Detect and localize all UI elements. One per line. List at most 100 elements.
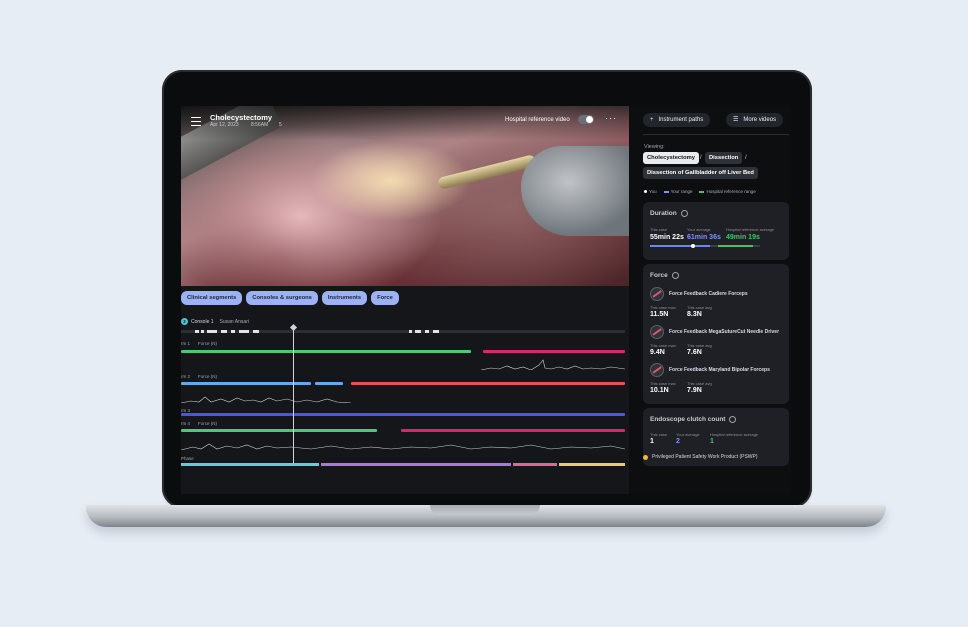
force-title: Force (650, 272, 679, 279)
instrument-shaft-right (521, 146, 629, 236)
info-icon[interactable] (680, 210, 688, 217)
arm-1-bar-green[interactable] (181, 350, 471, 353)
plus-icon: + (650, 117, 654, 123)
pswp-footer: Privileged Patient Safety Work Product (… (643, 454, 758, 460)
arm-3-bar-blue[interactable] (181, 413, 625, 416)
bipolar-forceps-icon (650, 363, 664, 377)
instrument-avg-label: This case avg (687, 305, 712, 310)
arm-4-bar-green[interactable] (181, 429, 377, 432)
breadcrumb-procedure[interactable]: Cholecystectomy (643, 152, 700, 164)
breadcrumb-phase[interactable]: Dissection (705, 152, 743, 164)
force-instrument-3[interactable]: Force Feedback Maryland Bipolar Forceps (650, 363, 770, 377)
instrument-name: Force Feedback Maryland Bipolar Forceps (669, 367, 770, 373)
arm-4-label: rm 4 Force (N) (181, 421, 217, 426)
line-icon (663, 190, 669, 193)
panel-divider (643, 134, 789, 135)
breadcrumb-separator: / (700, 155, 702, 161)
duration-card[interactable]: Duration This case 55min 22s Your averag… (643, 202, 789, 260)
procedure-time: 8:56AM (251, 122, 269, 128)
procedure-extra: 5 (279, 122, 282, 128)
arm-2-force-waveform (181, 396, 352, 403)
info-icon[interactable] (671, 272, 679, 279)
phase-bar-3[interactable] (513, 463, 557, 466)
pill-clinical-segments[interactable]: Clinical segments (181, 291, 243, 305)
dot-icon (644, 190, 647, 194)
info-icon[interactable] (729, 416, 737, 423)
clutch-this-case-label: This case (650, 432, 668, 437)
phase-bar-1[interactable] (181, 463, 319, 466)
app-screen: Cholecystectomy Apr 12, 2023 8:56AM 5 Ho… (181, 106, 791, 494)
instrument-avg: 7.9N (687, 387, 702, 394)
arm-1-label: rm 1 Force (N) (181, 341, 217, 346)
clutch-hosp-avg: 1 (710, 438, 714, 445)
instrument-max-label: This case max (650, 381, 676, 386)
clutch-this-case: 1 (650, 438, 654, 445)
pill-instruments[interactable]: Instruments (321, 291, 368, 305)
duration-hosp-avg: 49min 19s (726, 234, 760, 241)
legend-hospital-range: Hospital reference range (699, 189, 756, 194)
instrument-avg: 8.3N (687, 311, 702, 318)
laptop-notch (430, 505, 540, 515)
instrument-name: Force Feedback MegaSutureCut Needle Driv… (669, 329, 780, 335)
reference-video-label: Hospital reference video (505, 117, 570, 123)
console-surgeon: Susan Ansari (219, 318, 249, 325)
arm-4-force-waveform (181, 443, 625, 450)
instrument-name: Force Feedback Cadiere Forceps (669, 291, 748, 297)
clutch-your-avg-label: Your average (676, 432, 700, 437)
breadcrumb-separator: / (745, 155, 747, 161)
instrument-max: 10.1N (650, 387, 669, 394)
instrument-max: 9.4N (650, 349, 665, 356)
more-options-icon[interactable]: ··· (605, 113, 617, 123)
pill-force[interactable]: Force (371, 291, 399, 305)
clutch-your-avg: 2 (676, 438, 680, 445)
video-header: Cholecystectomy Apr 12, 2023 8:56AM 5 Ho… (181, 106, 629, 140)
timeline-playhead[interactable] (293, 328, 294, 466)
reference-video-toggle[interactable] (578, 115, 594, 124)
procedure-date: Apr 12, 2023 (210, 122, 239, 128)
timeline-panel: Clinical segments Consoles & surgeons In… (181, 286, 629, 494)
instrument-paths-button[interactable]: + Instrument paths (643, 113, 711, 127)
duration-this-case-label: This case (650, 227, 668, 232)
breadcrumb-step[interactable]: Dissection of Gallbladder off Liver Bed (643, 167, 758, 179)
procedure-title: Cholecystectomy (210, 113, 273, 122)
console-badge: 2 (181, 318, 188, 325)
arm-4-bar-magenta[interactable] (401, 429, 625, 432)
instrument-max: 11.5N (650, 311, 669, 318)
instrument-avg-label: This case avg (687, 381, 712, 386)
legend: You Your range Hospital reference range (644, 189, 756, 194)
arm-2-bar-blue-2[interactable] (315, 382, 343, 385)
arm-2-label: rm 2 Force (N) (181, 374, 217, 379)
surgical-video[interactable]: Cholecystectomy Apr 12, 2023 8:56AM 5 Ho… (181, 106, 629, 286)
instrument-max-label: This case max (650, 343, 676, 348)
phase-label: Phase (181, 456, 194, 461)
more-videos-button[interactable]: ☰ More videos (726, 113, 784, 127)
line-icon (699, 190, 705, 193)
analytics-panel: + Instrument paths ☰ More videos Viewing: … (636, 106, 791, 494)
forceps-icon (650, 287, 664, 301)
duration-you-marker (691, 243, 695, 248)
phase-bar-4[interactable] (559, 463, 625, 466)
phase-bar-2[interactable] (321, 463, 511, 466)
arm-1-force-waveform (480, 359, 625, 370)
console-name: Console 1 (191, 318, 214, 325)
console-row: 2 Console 1 Susan Ansari (181, 318, 249, 325)
arm-2-bar-blue-1[interactable] (181, 382, 311, 385)
duration-your-avg-label: Your average (687, 227, 711, 232)
duration-your-range (650, 245, 710, 247)
viewing-label: Viewing: (644, 144, 665, 150)
legend-you: You (644, 189, 657, 194)
arm-1-bar-magenta[interactable] (483, 350, 625, 353)
duration-title: Duration (650, 210, 688, 217)
instrument-avg-label: This case avg (687, 343, 712, 348)
timeline-filter-pills: Clinical segments Consoles & surgeons In… (181, 291, 399, 305)
pill-consoles-surgeons[interactable]: Consoles & surgeons (246, 291, 318, 305)
segment-strip[interactable] (181, 330, 625, 333)
instrument-max-label: This case max (650, 305, 676, 310)
force-instrument-2[interactable]: Force Feedback MegaSutureCut Needle Driv… (650, 325, 779, 339)
force-instrument-1[interactable]: Force Feedback Cadiere Forceps (650, 287, 748, 301)
duration-your-avg: 61min 36s (687, 234, 721, 241)
arm-2-bar-red[interactable] (351, 382, 625, 385)
force-card[interactable]: Force Force Feedback Cadiere Forceps Thi… (643, 264, 789, 404)
instrument-avg: 7.6N (687, 349, 702, 356)
menu-icon[interactable] (191, 117, 201, 126)
